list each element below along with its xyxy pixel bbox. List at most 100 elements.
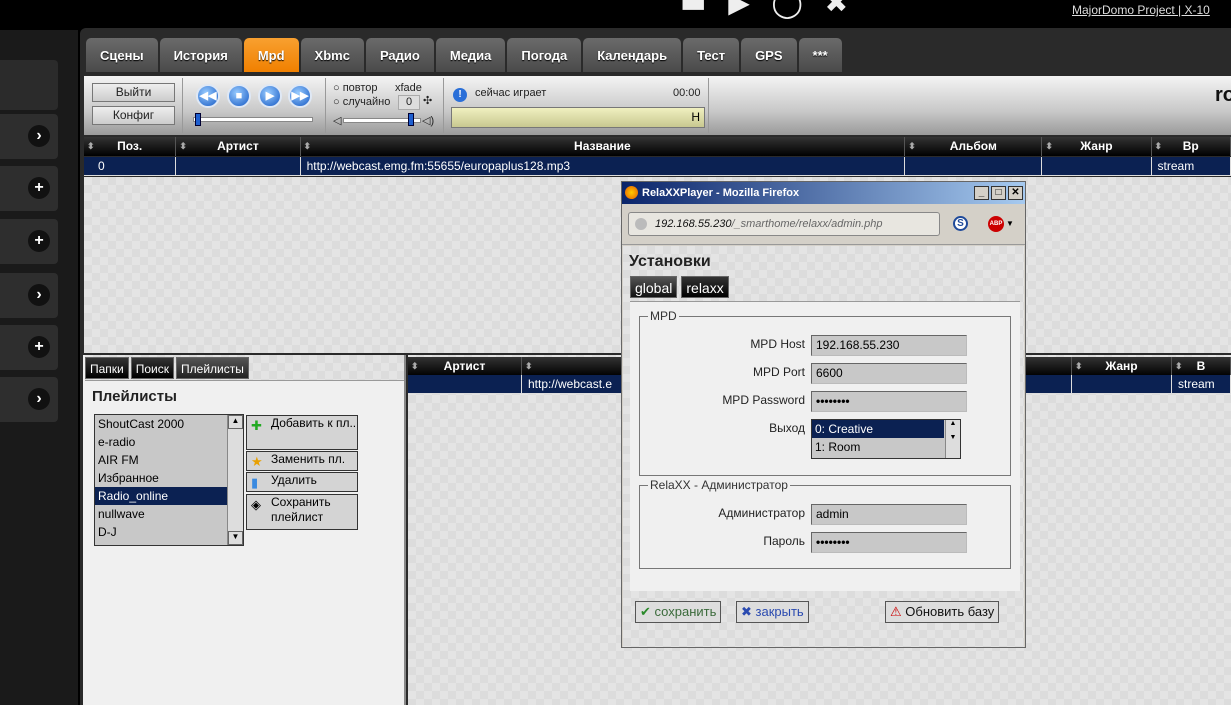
xfade-input[interactable]: 0 bbox=[398, 95, 420, 110]
adblock-icon[interactable]: ABP bbox=[988, 216, 1004, 232]
info-icon: ! bbox=[453, 88, 467, 102]
cell-pos: 0 bbox=[84, 157, 177, 175]
admin-user-label: Администратор bbox=[718, 506, 805, 520]
sidebar-item[interactable]: + bbox=[0, 219, 58, 264]
tab-folders[interactable]: Папки bbox=[85, 357, 129, 379]
warning-icon: ⚠ bbox=[890, 604, 902, 619]
list-item-selected[interactable]: Radio_online bbox=[95, 487, 228, 505]
col-album[interactable]: Альбом bbox=[905, 137, 1043, 156]
tab-radio[interactable]: Радио bbox=[365, 38, 434, 72]
admin-password-input[interactable]: •••••••• bbox=[811, 532, 967, 553]
button-label: Добавить к пл.. bbox=[271, 416, 357, 430]
list-item[interactable]: ShoutCast 2000 bbox=[95, 415, 243, 433]
xfade-stepper-icon[interactable]: ✣ bbox=[423, 94, 432, 107]
save-button[interactable]: ✔ сохранить bbox=[635, 601, 722, 623]
disk-icon: ◈ bbox=[251, 497, 261, 512]
plus-icon: + bbox=[28, 230, 50, 252]
logout-button[interactable]: Выйти bbox=[92, 83, 175, 102]
minimize-button[interactable]: _ bbox=[974, 186, 989, 200]
col-time[interactable]: В bbox=[1172, 357, 1231, 376]
col-genre[interactable]: Жанр bbox=[1072, 357, 1172, 376]
sidebar-item[interactable]: + bbox=[0, 166, 58, 211]
tab-playlists[interactable]: Плейлисты bbox=[176, 357, 249, 379]
tab-more[interactable]: *** bbox=[798, 38, 842, 72]
output-option[interactable]: 1: Room bbox=[812, 438, 960, 456]
mpd-password-input[interactable]: •••••••• bbox=[811, 391, 967, 412]
chevron-right-icon: › bbox=[28, 284, 50, 306]
tab-history[interactable]: История bbox=[159, 38, 242, 72]
dialog-content: Установки global relaxx MPD MPD Host 192… bbox=[623, 246, 1024, 647]
window-titlebar[interactable]: RelaXXPlayer - Mozilla Firefox _ □ ✕ bbox=[622, 182, 1025, 204]
list-item[interactable]: Избранное bbox=[95, 469, 243, 487]
tab-search[interactable]: Поиск bbox=[130, 357, 175, 379]
next-button[interactable]: ▶▶ bbox=[288, 84, 312, 108]
col-time[interactable]: Вр bbox=[1152, 137, 1231, 156]
cell-artist bbox=[176, 157, 301, 175]
tab-calendar[interactable]: Календарь bbox=[583, 38, 682, 72]
tab-global[interactable]: global bbox=[630, 276, 678, 298]
playlist-listbox[interactable]: ShoutCast 2000 e-radio AIR FM Избранное … bbox=[94, 414, 244, 546]
top-link[interactable]: MajorDomo Project | X-10 bbox=[1072, 3, 1210, 17]
seek-slider-thumb[interactable] bbox=[195, 113, 202, 126]
list-item[interactable]: AIR FM bbox=[95, 451, 243, 469]
sidebar-item[interactable]: › bbox=[0, 273, 58, 318]
previous-button[interactable]: ◀◀ bbox=[196, 84, 220, 108]
tab-mpd[interactable]: Mpd bbox=[243, 38, 299, 72]
col-pos[interactable]: Поз. bbox=[84, 137, 177, 156]
url-path: /_smarthome/relaxx/admin.php bbox=[731, 218, 883, 230]
col-title[interactable]: Название bbox=[301, 137, 906, 156]
mpd-port-input[interactable]: 6600 bbox=[811, 363, 967, 384]
replace-playlist-button[interactable]: ★ Заменить пл. bbox=[246, 451, 358, 471]
sidebar-item[interactable]: › bbox=[0, 377, 58, 422]
s-extension-icon[interactable]: S bbox=[953, 216, 968, 231]
col-artist[interactable]: Артист bbox=[176, 137, 301, 156]
play-button[interactable]: ▶ bbox=[258, 84, 282, 108]
seek-slider[interactable] bbox=[193, 117, 313, 122]
tab-relaxx[interactable]: relaxx bbox=[681, 276, 729, 298]
mpd-host-input[interactable]: 192.168.55.230 bbox=[811, 335, 967, 356]
close-button[interactable]: ✖ закрыть bbox=[736, 601, 809, 623]
table-row[interactable]: 0 http://webcast.emg.fm:55655/europaplus… bbox=[84, 157, 1231, 176]
plus-icon: ✚ bbox=[251, 418, 262, 433]
mpd-host-label: MPD Host bbox=[750, 337, 805, 351]
tab-weather[interactable]: Погода bbox=[507, 38, 582, 72]
tab-scenes[interactable]: Сцены bbox=[86, 38, 158, 72]
window-title: RelaXXPlayer - Mozilla Firefox bbox=[642, 187, 800, 199]
xfade-label: xfade bbox=[395, 82, 422, 94]
output-option-selected[interactable]: 0: Creative bbox=[812, 420, 944, 438]
close-window-button[interactable]: ✕ bbox=[1008, 186, 1023, 200]
tab-gps[interactable]: GPS bbox=[741, 38, 797, 72]
chevron-down-icon[interactable]: ▼ bbox=[1006, 219, 1014, 228]
save-playlist-button[interactable]: ◈ Сохранить плейлист bbox=[246, 494, 358, 530]
list-item[interactable]: D-J bbox=[95, 523, 243, 541]
url-bar[interactable]: 192.168.55.230/_smarthome/relaxx/admin.p… bbox=[628, 212, 940, 236]
random-option[interactable]: ○ случайно bbox=[333, 96, 390, 108]
list-item[interactable]: e-radio bbox=[95, 433, 243, 451]
save-label: сохранить bbox=[654, 604, 717, 619]
repeat-option[interactable]: ○ повтор bbox=[333, 82, 378, 94]
config-button[interactable]: Конфиг bbox=[92, 106, 175, 125]
sidebar-item[interactable]: › bbox=[0, 114, 58, 159]
cell-time: stream bbox=[1172, 375, 1231, 393]
tab-xbmc[interactable]: Xbmc bbox=[300, 38, 364, 72]
plus-icon: + bbox=[28, 336, 50, 358]
output-listbox[interactable]: 0: Creative 1: Room ▲ ▼ bbox=[811, 419, 961, 459]
list-item[interactable]: nullwave bbox=[95, 505, 243, 523]
col-genre[interactable]: Жанр bbox=[1042, 137, 1152, 156]
volume-slider-thumb[interactable] bbox=[407, 113, 414, 126]
listbox-scrollbar[interactable]: ▲ ▼ bbox=[227, 415, 243, 545]
col-artist[interactable]: Артист bbox=[408, 357, 522, 376]
tab-test[interactable]: Тест bbox=[683, 38, 740, 72]
stop-button[interactable]: ■ bbox=[227, 84, 251, 108]
star-icon: ★ bbox=[251, 454, 263, 469]
sidebar-item[interactable]: + bbox=[0, 325, 58, 370]
update-db-button[interactable]: ⚠ Обновить базу bbox=[885, 601, 1000, 623]
add-to-playlist-button[interactable]: ✚ Добавить к пл.. bbox=[246, 415, 358, 450]
checkmark-icon: ✔ bbox=[640, 604, 651, 619]
admin-legend: RelaXX - Администратор bbox=[648, 478, 790, 492]
delete-playlist-button[interactable]: ▮ Удалить bbox=[246, 472, 358, 492]
output-scrollbar[interactable]: ▲ ▼ bbox=[945, 420, 960, 458]
tab-media[interactable]: Медиа bbox=[435, 38, 506, 72]
maximize-button[interactable]: □ bbox=[991, 186, 1006, 200]
admin-user-input[interactable]: admin bbox=[811, 504, 967, 525]
